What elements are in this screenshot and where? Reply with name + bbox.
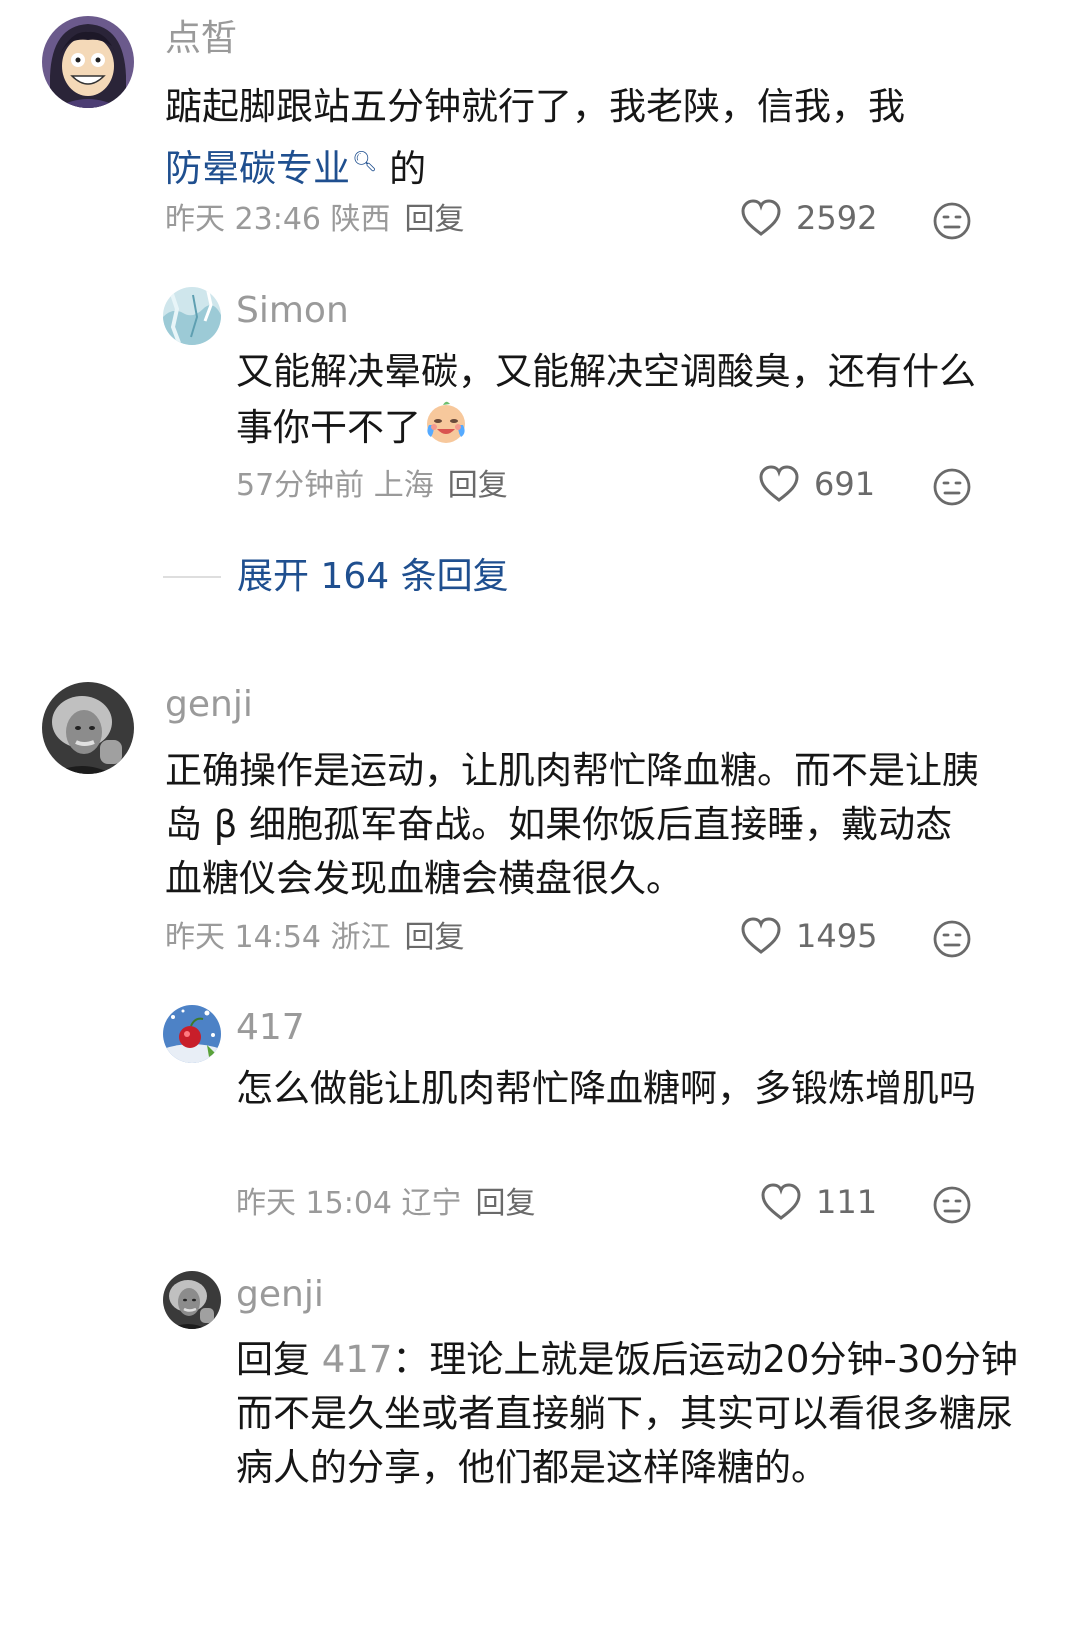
comment-text: 正确操作是运动，让肌肉帮忙降血糖。而不是让胰岛 β 细胞孤军奋战。如果你饭后直接… bbox=[165, 749, 979, 900]
comment-text: 又能解决晕碳，又能解决空调酸臭，还有什么事你干不了 bbox=[236, 345, 976, 460]
dislike-button[interactable] bbox=[932, 467, 972, 507]
comment-meta: 昨天 14:54 浙江 回复 bbox=[165, 918, 465, 958]
unhappy-face-icon bbox=[933, 1186, 971, 1224]
heart-icon bbox=[741, 917, 781, 954]
avatar[interactable] bbox=[42, 682, 134, 774]
heart-icon bbox=[761, 1183, 801, 1220]
like-button[interactable]: 2592 bbox=[740, 198, 877, 238]
reply-prefix-label: 回复 bbox=[236, 1338, 310, 1381]
comment-text: 踮起脚跟站五分钟就行了，我老陕，信我，我 防晕碳专业 🔍︎ 的 bbox=[165, 80, 995, 196]
comment-text: 回复 417：理论上就是饭后运动20分钟-30分钟而不是久坐或者直接躺下，其实可… bbox=[236, 1333, 1036, 1495]
comment-text-part: 的 bbox=[377, 147, 427, 191]
like-button[interactable]: 1495 bbox=[740, 916, 877, 956]
reply-button[interactable]: 回复 bbox=[405, 202, 465, 237]
unhappy-face-icon bbox=[933, 468, 971, 506]
like-count: 2592 bbox=[796, 199, 878, 237]
unhappy-face-icon bbox=[933, 920, 971, 958]
reply-target-username[interactable]: 417 bbox=[322, 1338, 393, 1381]
username[interactable]: genji bbox=[236, 1273, 324, 1317]
avatar[interactable] bbox=[163, 1005, 221, 1063]
divider-line bbox=[163, 576, 221, 578]
like-count: 691 bbox=[814, 465, 876, 503]
comment-text-part: 踮起脚跟站五分钟就行了，我老陕，信我，我 bbox=[165, 85, 905, 128]
timestamp-location: 57分钟前 上海 bbox=[236, 468, 434, 503]
dislike-button[interactable] bbox=[932, 1185, 972, 1225]
username[interactable]: 417 bbox=[236, 1006, 305, 1050]
reply-button[interactable]: 回复 bbox=[476, 1186, 536, 1221]
keyword-label[interactable]: 防晕碳专业 bbox=[165, 147, 350, 190]
crying-laugh-emoji bbox=[423, 399, 469, 460]
timestamp-location: 昨天 23:46 陕西 bbox=[165, 202, 391, 237]
avatar[interactable] bbox=[163, 287, 221, 345]
search-icon[interactable]: 🔍︎ bbox=[352, 149, 377, 173]
dislike-button[interactable] bbox=[932, 919, 972, 959]
expand-replies-button[interactable]: 展开 164 条回复 bbox=[163, 553, 509, 601]
like-button[interactable]: 111 bbox=[760, 1182, 877, 1222]
comment-meta: 昨天 23:46 陕西 回复 bbox=[165, 200, 465, 240]
like-count: 111 bbox=[816, 1183, 878, 1221]
username[interactable]: 点皙 bbox=[165, 17, 237, 61]
dislike-button[interactable] bbox=[932, 201, 972, 241]
heart-icon bbox=[759, 465, 799, 502]
reply-button[interactable]: 回复 bbox=[405, 920, 465, 955]
comment-text: 怎么做能让肌肉帮忙降血糖啊，多锻炼增肌吗 bbox=[236, 1067, 976, 1110]
comment-text-part: 又能解决晕碳，又能解决空调酸臭，还有什么事你干不了 bbox=[236, 350, 976, 449]
timestamp-location: 昨天 14:54 浙江 bbox=[165, 920, 391, 955]
like-button[interactable]: 691 bbox=[758, 464, 875, 504]
avatar[interactable] bbox=[42, 16, 134, 108]
search-keyword-link[interactable]: 防晕碳专业 🔍︎ bbox=[165, 147, 377, 190]
reply-button[interactable]: 回复 bbox=[448, 468, 508, 503]
timestamp-location: 昨天 15:04 辽宁 bbox=[236, 1186, 462, 1221]
comment-meta: 昨天 15:04 辽宁 回复 bbox=[236, 1184, 536, 1224]
unhappy-face-icon bbox=[933, 202, 971, 240]
username[interactable]: Simon bbox=[236, 289, 349, 333]
comment-meta: 57分钟前 上海 回复 bbox=[236, 466, 508, 506]
username[interactable]: genji bbox=[165, 683, 253, 727]
expand-replies-label[interactable]: 展开 164 条回复 bbox=[237, 553, 509, 601]
heart-icon bbox=[741, 199, 781, 236]
like-count: 1495 bbox=[796, 917, 878, 955]
avatar[interactable] bbox=[163, 1271, 221, 1329]
